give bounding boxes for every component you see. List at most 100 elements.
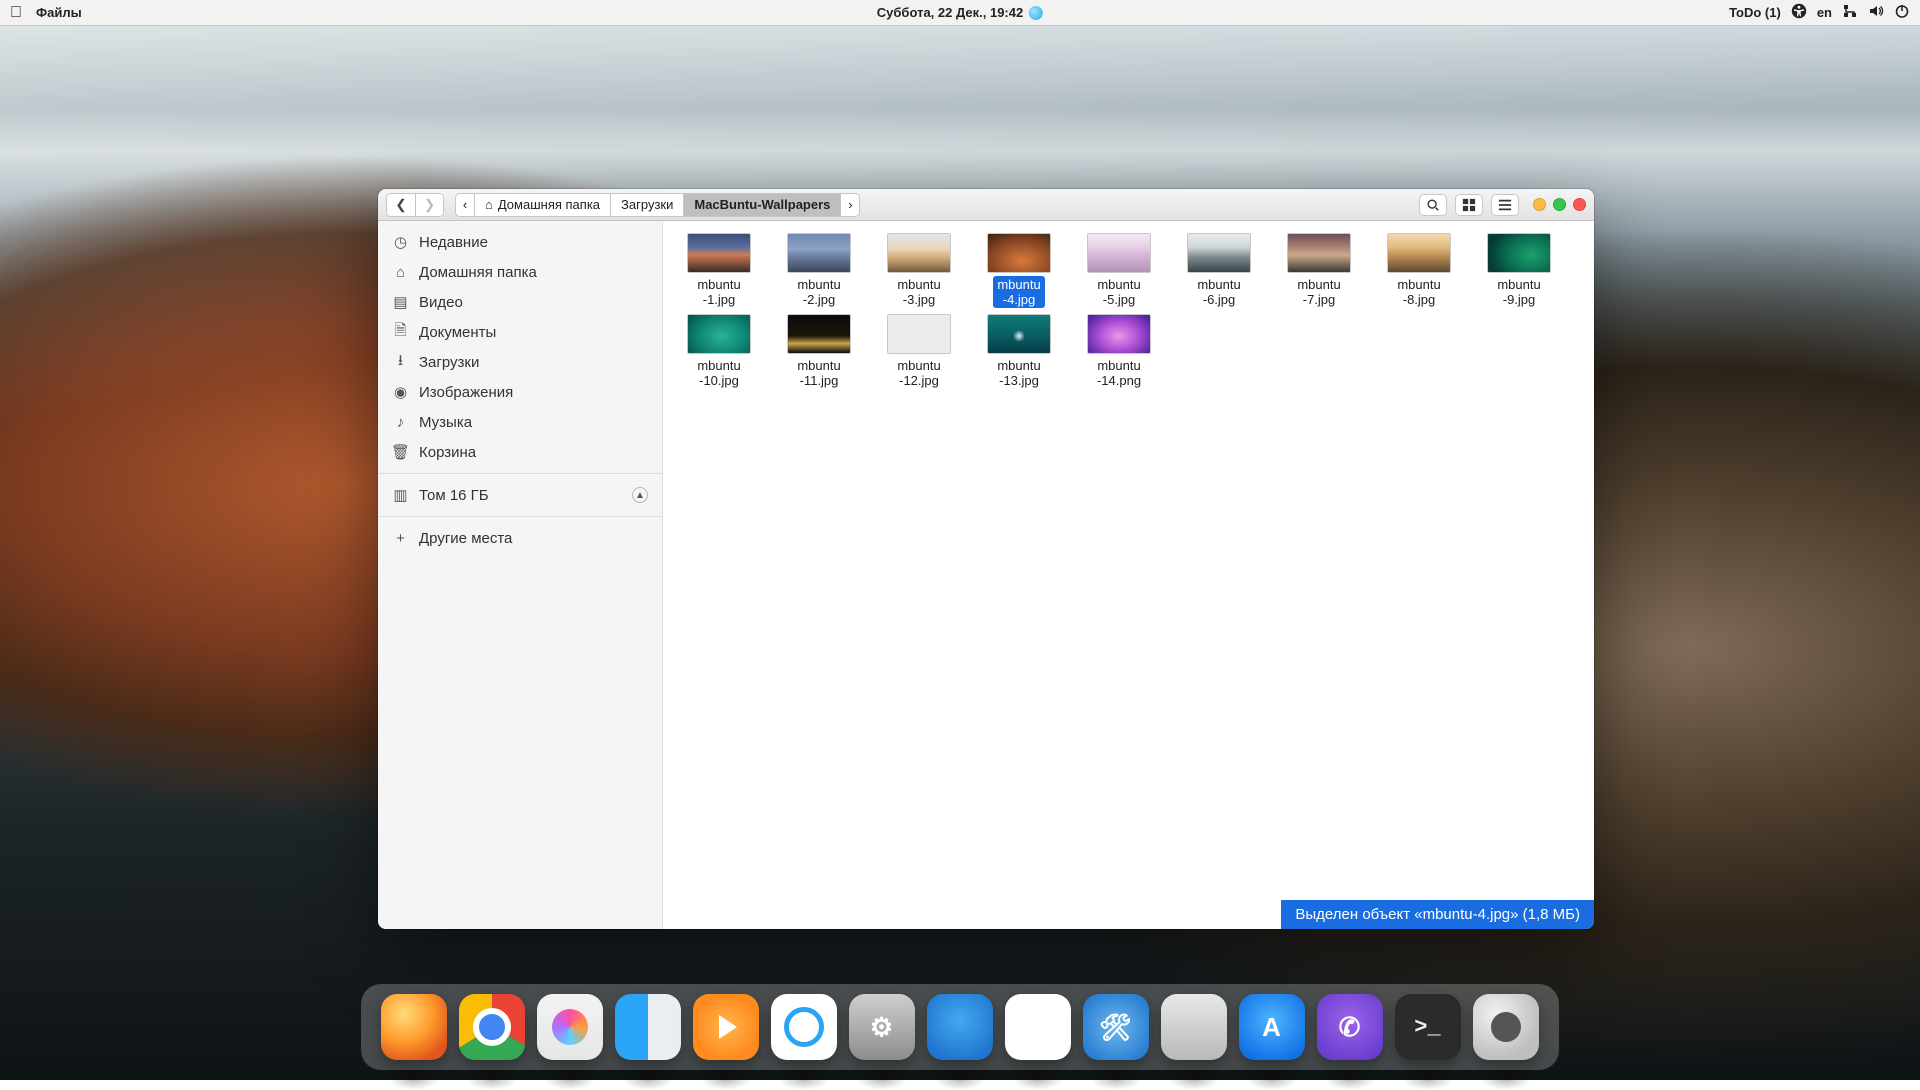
file-name: mbuntu -11.jpg bbox=[793, 357, 844, 389]
dock-app-player[interactable] bbox=[693, 994, 759, 1060]
document-icon: 🗎 bbox=[392, 320, 409, 345]
sidebar-item-documents[interactable]: 🗎Документы bbox=[378, 317, 662, 347]
dock-app-viber[interactable]: ✆ bbox=[1317, 994, 1383, 1060]
file-thumbnail bbox=[987, 314, 1051, 354]
dock-app-shotwell[interactable] bbox=[1161, 994, 1227, 1060]
file-thumbnail bbox=[1187, 233, 1251, 273]
clock-datetime[interactable]: Суббота, 22 Дек., 19:42 bbox=[877, 5, 1023, 20]
sidebar-item-home[interactable]: ⌂ Домашняя папка bbox=[378, 257, 662, 287]
sidebar-item-other[interactable]: +Другие места bbox=[378, 523, 662, 553]
menubar-center: Суббота, 22 Дек., 19:42 bbox=[877, 5, 1043, 20]
file-item[interactable]: mbuntu -1.jpg bbox=[669, 231, 769, 308]
clock-icon: ◷ bbox=[392, 233, 409, 251]
sidebar-item-trash[interactable]: 🗑Корзина bbox=[378, 437, 662, 467]
volume-icon[interactable] bbox=[1868, 3, 1884, 22]
file-item[interactable]: mbuntu -4.jpg bbox=[969, 231, 1069, 308]
file-name: mbuntu -1.jpg bbox=[693, 276, 744, 308]
dock-app-settings[interactable]: ⚙ bbox=[849, 994, 915, 1060]
dock-app-calendar[interactable] bbox=[1005, 994, 1071, 1060]
file-thumbnail bbox=[887, 233, 951, 273]
breadcrumb-next-icon[interactable]: › bbox=[840, 193, 860, 217]
sidebar-item-recent[interactable]: ◷Недавние bbox=[378, 227, 662, 257]
file-thumbnail bbox=[787, 314, 851, 354]
file-thumbnail bbox=[1087, 233, 1151, 273]
sidebar-item-label: Другие места bbox=[419, 530, 512, 547]
sidebar-separator bbox=[378, 473, 662, 474]
sidebar-item-label: Том 16 ГБ bbox=[419, 487, 489, 504]
file-item[interactable]: mbuntu -6.jpg bbox=[1169, 231, 1269, 308]
breadcrumb-downloads[interactable]: Загрузки bbox=[610, 193, 684, 217]
dock-app-terminal[interactable]: >_ bbox=[1395, 994, 1461, 1060]
dock-app-appstore[interactable]: A bbox=[1239, 994, 1305, 1060]
file-item[interactable]: mbuntu -3.jpg bbox=[869, 231, 969, 308]
weather-icon[interactable] bbox=[1029, 6, 1043, 20]
file-item[interactable]: mbuntu -7.jpg bbox=[1269, 231, 1369, 308]
file-item[interactable]: mbuntu -8.jpg bbox=[1369, 231, 1469, 308]
file-item[interactable]: mbuntu -10.jpg bbox=[669, 312, 769, 389]
home-icon: ⌂ bbox=[485, 197, 493, 212]
sidebar-item-pictures[interactable]: ◉Изображения bbox=[378, 377, 662, 407]
sidebar-separator bbox=[378, 516, 662, 517]
window-titlebar[interactable]: ❮ ❯ ‹ ⌂ Домашняя папка Загрузки MacBuntu… bbox=[378, 189, 1594, 221]
file-item[interactable]: mbuntu -9.jpg bbox=[1469, 231, 1569, 308]
file-thumbnail bbox=[987, 233, 1051, 273]
window-close[interactable] bbox=[1573, 198, 1586, 211]
back-button[interactable]: ❮ bbox=[387, 194, 415, 216]
file-name: mbuntu -10.jpg bbox=[693, 357, 744, 389]
eject-icon[interactable]: ▲ bbox=[632, 487, 648, 503]
dock-app-launcher[interactable] bbox=[1473, 994, 1539, 1060]
video-icon: ▤ bbox=[392, 293, 409, 311]
file-item[interactable]: mbuntu -14.png bbox=[1069, 312, 1169, 389]
power-icon[interactable] bbox=[1894, 3, 1910, 22]
file-name: mbuntu -14.png bbox=[1093, 357, 1145, 389]
file-thumbnail bbox=[887, 314, 951, 354]
nav-history-group: ❮ ❯ bbox=[386, 193, 444, 217]
file-item[interactable]: mbuntu -2.jpg bbox=[769, 231, 869, 308]
network-icon[interactable] bbox=[1842, 3, 1858, 22]
sidebar-item-label: Корзина bbox=[419, 444, 476, 461]
window-maximize[interactable] bbox=[1553, 198, 1566, 211]
sidebar-item-label: Видео bbox=[419, 294, 463, 311]
file-item[interactable]: mbuntu -12.jpg bbox=[869, 312, 969, 389]
dock-app-chrome[interactable] bbox=[459, 994, 525, 1060]
file-thumbnail bbox=[687, 233, 751, 273]
search-button[interactable] bbox=[1419, 194, 1447, 216]
keyboard-layout[interactable]: en bbox=[1817, 5, 1832, 20]
breadcrumb-current[interactable]: MacBuntu-Wallpapers bbox=[683, 193, 841, 217]
menu-button[interactable] bbox=[1491, 194, 1519, 216]
file-item[interactable]: mbuntu -13.jpg bbox=[969, 312, 1069, 389]
dock-app-tools[interactable]: 🛠 bbox=[1083, 994, 1149, 1060]
file-item[interactable]: mbuntu -5.jpg bbox=[1069, 231, 1169, 308]
dock-app-skype[interactable] bbox=[771, 994, 837, 1060]
dock-app-eagle[interactable] bbox=[927, 994, 993, 1060]
breadcrumb-home[interactable]: ⌂ Домашняя папка bbox=[474, 193, 611, 217]
breadcrumb-current-label: MacBuntu-Wallpapers bbox=[694, 197, 830, 212]
view-toggle-button[interactable] bbox=[1455, 194, 1483, 216]
sidebar-item-music[interactable]: ♪Музыка bbox=[378, 407, 662, 437]
sidebar-item-videos[interactable]: ▤ Видео bbox=[378, 287, 662, 317]
file-thumbnail bbox=[1387, 233, 1451, 273]
apple-menu-icon[interactable]:  bbox=[10, 4, 22, 22]
sidebar-item-downloads[interactable]: ⭳ Загрузки bbox=[378, 347, 662, 377]
dock: ⚙ 🛠 A ✆ >_ bbox=[361, 984, 1559, 1070]
home-icon: ⌂ bbox=[392, 264, 409, 281]
breadcrumb-prev-icon[interactable]: ‹ bbox=[455, 193, 475, 217]
dock-app-finder[interactable] bbox=[615, 994, 681, 1060]
file-grid-area[interactable]: mbuntu -1.jpgmbuntu -2.jpgmbuntu -3.jpgm… bbox=[663, 221, 1594, 929]
sidebar-item-label: Домашняя папка bbox=[419, 264, 537, 281]
sidebar-item-label: Загрузки bbox=[419, 354, 479, 371]
dock-app-firefox[interactable] bbox=[381, 994, 447, 1060]
active-app-name[interactable]: Файлы bbox=[36, 5, 82, 20]
todo-indicator[interactable]: ToDo (1) bbox=[1729, 5, 1781, 20]
accessibility-icon[interactable] bbox=[1791, 3, 1807, 22]
dock-app-music[interactable] bbox=[537, 994, 603, 1060]
breadcrumb-downloads-label: Загрузки bbox=[621, 197, 673, 212]
breadcrumb-home-label: Домашняя папка bbox=[498, 197, 600, 212]
forward-button[interactable]: ❯ bbox=[415, 194, 443, 216]
file-item[interactable]: mbuntu -11.jpg bbox=[769, 312, 869, 389]
file-name: mbuntu -12.jpg bbox=[893, 357, 944, 389]
download-icon: ⭳ bbox=[392, 350, 409, 375]
file-name: mbuntu -4.jpg bbox=[993, 276, 1044, 308]
window-minimize[interactable] bbox=[1533, 198, 1546, 211]
sidebar-item-volume[interactable]: ▥Том 16 ГБ▲ bbox=[378, 480, 662, 510]
